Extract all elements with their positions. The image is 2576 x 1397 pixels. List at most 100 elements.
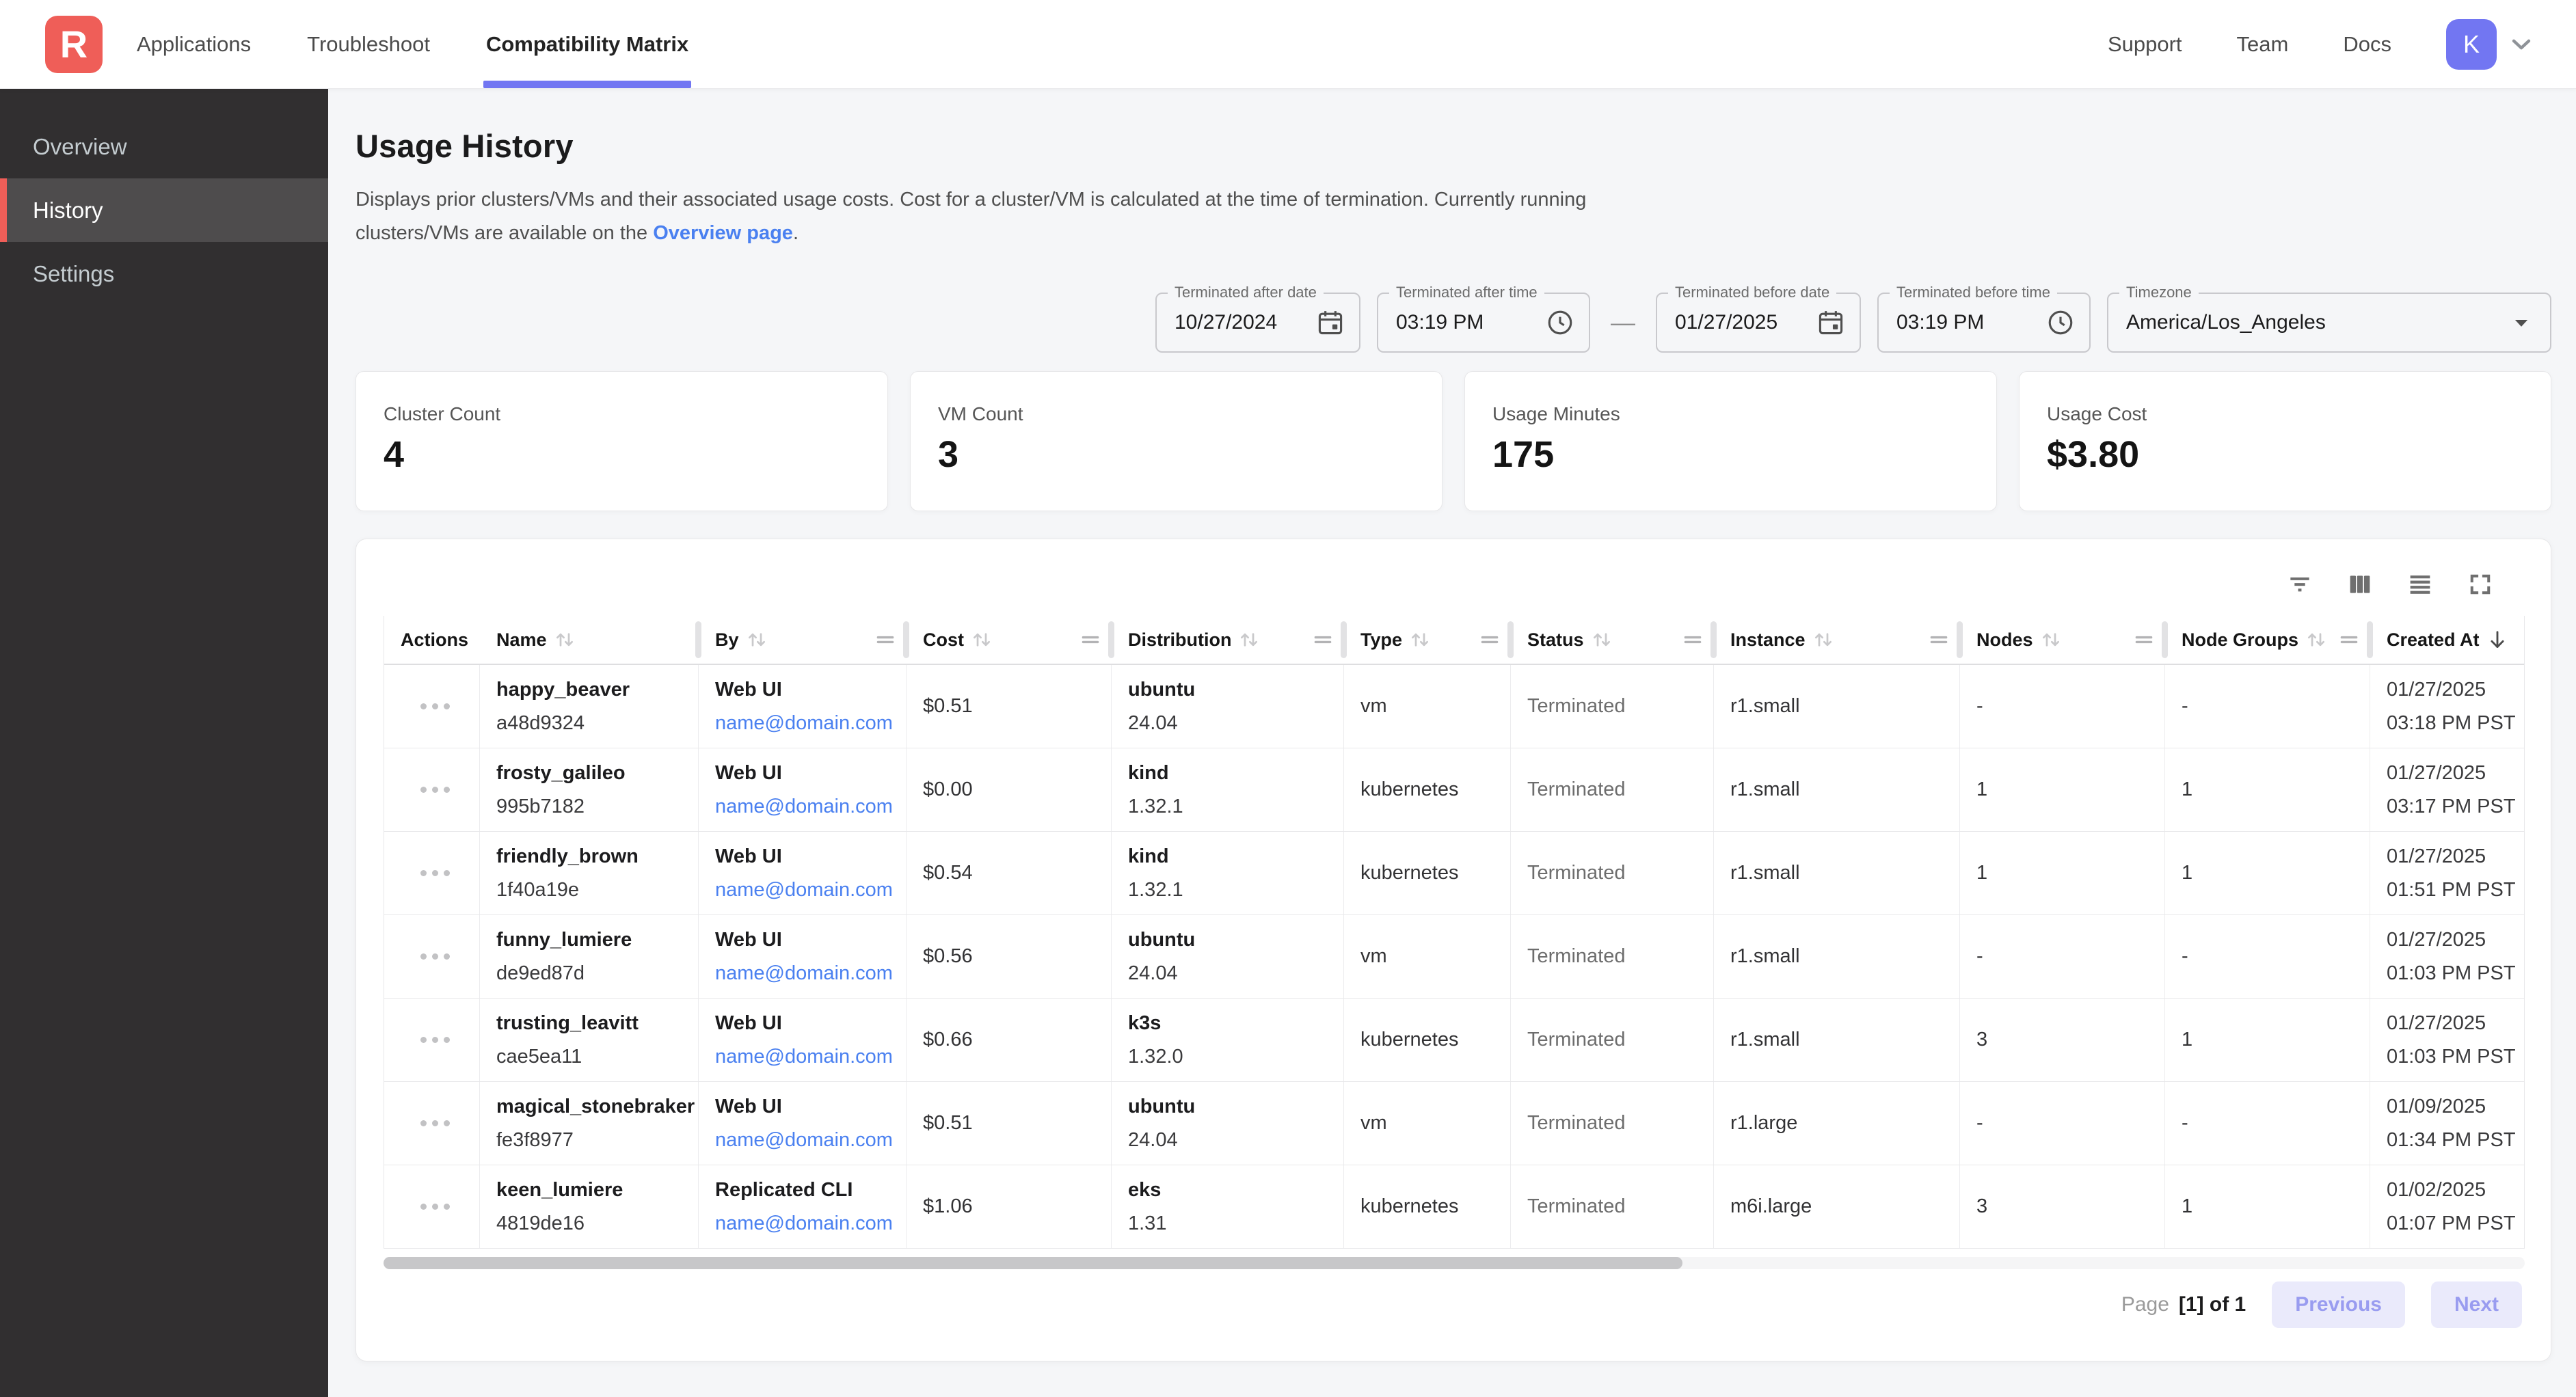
calendar-icon[interactable] <box>1315 308 1345 338</box>
column-header-actions[interactable]: Actions <box>384 616 480 664</box>
column-menu-icon[interactable] <box>1681 628 1704 651</box>
table-row: trusting_leavittcae5ea11Web UIname@domai… <box>384 999 2524 1082</box>
field-value[interactable]: 03:19 PM <box>1896 311 2036 334</box>
column-separator[interactable] <box>695 621 701 658</box>
sort-icon[interactable] <box>2304 627 2329 652</box>
email-link[interactable]: name@domain.com <box>715 1212 896 1235</box>
column-header-created-at[interactable]: Created At <box>2370 616 2524 664</box>
email-link[interactable]: name@domain.com <box>715 1046 896 1068</box>
column-separator[interactable] <box>1710 621 1717 658</box>
email-link[interactable]: name@domain.com <box>715 796 896 818</box>
cell-by: Web UIname@domain.com <box>699 748 907 831</box>
column-menu-icon[interactable] <box>2337 628 2361 651</box>
row-actions-button[interactable] <box>420 787 450 793</box>
sort-icon[interactable] <box>552 627 577 652</box>
column-separator[interactable] <box>903 621 909 658</box>
sidebar-item-overview[interactable]: Overview <box>0 115 328 178</box>
sort-icon[interactable] <box>744 627 769 652</box>
column-menu-icon[interactable] <box>874 628 897 651</box>
column-header-by[interactable]: By <box>699 616 907 664</box>
horizontal-scrollbar-thumb[interactable] <box>384 1257 1682 1269</box>
row-actions-button[interactable] <box>420 1037 450 1043</box>
column-menu-icon[interactable] <box>1927 628 1950 651</box>
stat-cards: Cluster Count 4 VM Count 3 Usage Minutes… <box>355 371 2551 511</box>
column-menu-icon[interactable] <box>2132 628 2156 651</box>
chevron-down-icon[interactable] <box>2506 29 2536 59</box>
tab-applications[interactable]: Applications <box>137 0 251 88</box>
sort-icon[interactable] <box>2039 627 2063 652</box>
calendar-icon[interactable] <box>1816 308 1846 338</box>
cell-secondary-text: 1.32.1 <box>1128 879 1334 901</box>
column-label: Created At <box>2387 629 2480 651</box>
horizontal-scrollbar-track[interactable] <box>384 1257 2525 1269</box>
cell-text: Terminated <box>1527 862 1704 884</box>
avatar[interactable]: K <box>2446 19 2497 70</box>
column-header-cost[interactable]: Cost <box>907 616 1112 664</box>
support-link[interactable]: Support <box>2108 32 2182 57</box>
columns-icon[interactable] <box>2346 570 2374 599</box>
account-menu[interactable]: K <box>2446 19 2536 70</box>
column-header-name[interactable]: Name <box>480 616 699 664</box>
row-actions-button[interactable] <box>420 1204 450 1210</box>
row-actions-button[interactable] <box>420 703 450 709</box>
overview-page-link[interactable]: Overview page <box>653 222 793 244</box>
density-icon[interactable] <box>2406 570 2434 599</box>
email-link[interactable]: name@domain.com <box>715 879 896 901</box>
column-menu-icon[interactable] <box>1079 628 1102 651</box>
previous-page-button[interactable]: Previous <box>2272 1281 2405 1328</box>
cell-primary-text: kind <box>1128 845 1334 868</box>
clock-icon[interactable] <box>1545 308 1575 338</box>
sort-icon[interactable] <box>1408 627 1432 652</box>
terminated-before-date-field[interactable]: Terminated before date 01/27/2025 <box>1656 293 1861 353</box>
terminated-before-time-field[interactable]: Terminated before time 03:19 PM <box>1877 293 2091 353</box>
sort-icon[interactable] <box>969 627 994 652</box>
sidebar-item-history[interactable]: History <box>0 178 328 242</box>
sort-icon[interactable] <box>1811 627 1836 652</box>
sidebar-item-settings[interactable]: Settings <box>0 242 328 306</box>
filter-icon[interactable] <box>2285 570 2314 599</box>
column-header-type[interactable]: Type <box>1344 616 1511 664</box>
team-link[interactable]: Team <box>2237 32 2289 57</box>
row-actions-button[interactable] <box>420 870 450 876</box>
column-separator[interactable] <box>2162 621 2168 658</box>
email-link[interactable]: name@domain.com <box>715 962 896 985</box>
cell-text: - <box>1976 695 2155 718</box>
next-page-button[interactable]: Next <box>2431 1281 2522 1328</box>
column-header-distribution[interactable]: Distribution <box>1112 616 1344 664</box>
column-separator[interactable] <box>1341 621 1347 658</box>
column-header-node-groups[interactable]: Node Groups <box>2165 616 2370 664</box>
column-menu-icon[interactable] <box>1478 628 1501 651</box>
email-link[interactable]: name@domain.com <box>715 712 896 735</box>
clock-icon[interactable] <box>2045 308 2076 338</box>
cell-primary-text: magical_stonebraker <box>496 1096 688 1118</box>
sort-icon[interactable] <box>1589 627 1614 652</box>
column-header-nodes[interactable]: Nodes <box>1960 616 2165 664</box>
row-actions-button[interactable] <box>420 953 450 960</box>
replicated-logo[interactable]: R <box>45 16 103 73</box>
column-separator[interactable] <box>1507 621 1514 658</box>
sort-desc-icon[interactable] <box>2485 627 2510 652</box>
sort-icon[interactable] <box>1237 627 1261 652</box>
tab-compatibility-matrix[interactable]: Compatibility Matrix <box>486 0 688 88</box>
column-menu-icon[interactable] <box>1311 628 1334 651</box>
timezone-select[interactable]: Timezone America/Los_Angeles <box>2107 293 2551 353</box>
column-separator[interactable] <box>1957 621 1963 658</box>
column-header-status[interactable]: Status <box>1511 616 1714 664</box>
field-value[interactable]: 10/27/2024 <box>1175 311 1306 334</box>
terminated-after-time-field[interactable]: Terminated after time 03:19 PM <box>1377 293 1590 353</box>
docs-link[interactable]: Docs <box>2343 32 2391 57</box>
fullscreen-icon[interactable] <box>2466 570 2495 599</box>
field-value[interactable]: America/Los_Angeles <box>2126 311 2497 334</box>
column-header-instance[interactable]: Instance <box>1714 616 1960 664</box>
row-actions-button[interactable] <box>420 1120 450 1126</box>
tab-troubleshoot[interactable]: Troubleshoot <box>307 0 430 88</box>
dropdown-caret-icon[interactable] <box>2506 308 2536 338</box>
field-value[interactable]: 01/27/2025 <box>1675 311 1806 334</box>
terminated-after-date-field[interactable]: Terminated after date 10/27/2024 <box>1155 293 1360 353</box>
cell-cost: $0.51 <box>907 1082 1112 1165</box>
cell-type: kubernetes <box>1344 832 1511 914</box>
column-separator[interactable] <box>2367 621 2373 658</box>
column-separator[interactable] <box>1108 621 1114 658</box>
email-link[interactable]: name@domain.com <box>715 1129 896 1152</box>
field-value[interactable]: 03:19 PM <box>1396 311 1535 334</box>
